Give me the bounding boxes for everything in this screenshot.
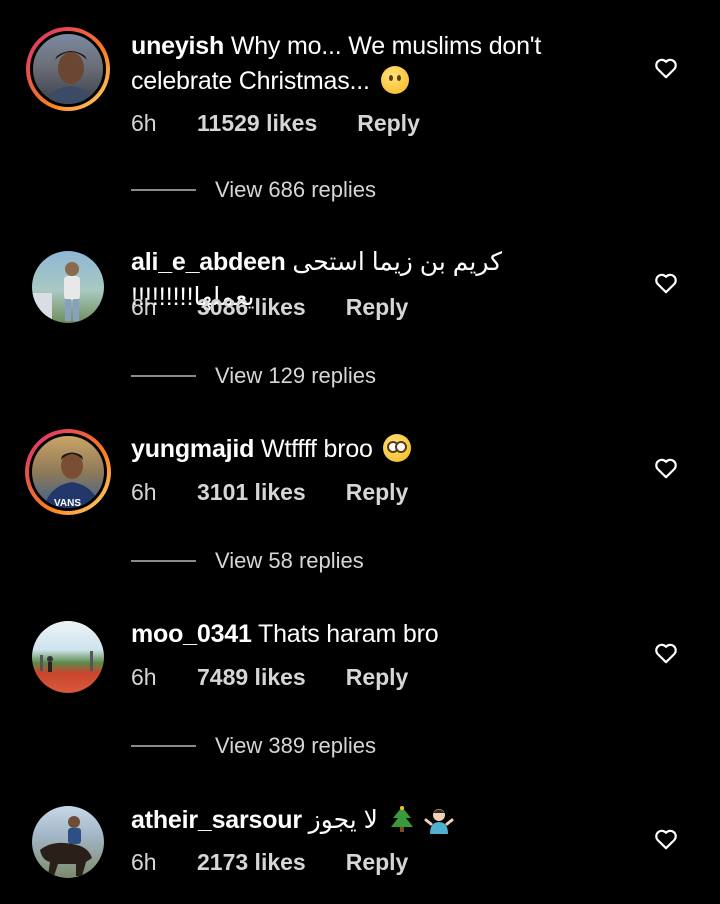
reply-button[interactable]: Reply [346,294,409,321]
comment-likes[interactable]: 7489 likes [197,664,306,691]
comment-time: 6h [131,664,157,690]
comment-text: atheir_sarsour لا يجوز [131,803,631,838]
view-replies-label[interactable]: View 58 replies [215,548,364,574]
avatar[interactable] [32,621,104,693]
view-replies-link[interactable]: View 686 replies [131,177,376,203]
divider-line [131,745,196,747]
shrugging-man-emoji [424,809,454,834]
sad-face-emoji [380,66,409,94]
christmas-tree-emoji [390,806,413,832]
divider-line [131,560,196,562]
comment-meta: 6h 3086 likes Reply [131,294,408,321]
comment-time: 6h [131,294,157,320]
view-replies-label[interactable]: View 129 replies [215,363,376,389]
comment-time: 6h [131,479,157,505]
svg-text:VANS: VANS [54,498,81,509]
heart-outline-icon[interactable] [653,55,679,81]
comment-username[interactable]: atheir_sarsour [131,806,302,834]
divider-line [131,375,196,377]
comment-text: yungmajid Wtffff broo [131,432,631,467]
comment-likes[interactable]: 3101 likes [197,479,306,506]
comment-body: Wtffff broo [260,435,373,463]
view-replies-link[interactable]: View 58 replies [131,548,364,574]
comment-meta: 6h 7489 likes Reply [131,664,408,691]
comment-time: 6h [131,110,157,136]
reply-button[interactable]: Reply [346,479,409,506]
comment-meta: 6h 11529 likes Reply [131,110,420,137]
reply-button[interactable]: Reply [346,849,409,876]
comment-time: 6h [131,849,157,875]
view-replies-link[interactable]: View 389 replies [131,733,376,759]
comment-likes[interactable]: 2173 likes [197,849,306,876]
avatar[interactable]: VANS [25,429,111,515]
avatar[interactable] [26,27,110,111]
heart-outline-icon[interactable] [653,455,679,481]
avatar-photo [32,262,80,323]
comment-body: Thats haram bro [258,620,439,648]
comment-username[interactable]: ali_e_abdeen [131,248,286,276]
comment-body: لا يجوز [308,806,378,834]
comment-username[interactable]: yungmajid [131,435,254,463]
avatar-photo [40,651,93,672]
divider-line [131,189,196,191]
comment-meta: 6h 2173 likes Reply [131,849,408,876]
comment-username[interactable]: moo_0341 [131,620,252,648]
comment-text: moo_0341 Thats haram bro [131,617,631,652]
comment-likes[interactable]: 11529 likes [197,110,317,137]
avatar-photo [45,51,97,104]
reply-button[interactable]: Reply [357,110,420,137]
heart-outline-icon[interactable] [653,270,679,296]
comment-likes[interactable]: 3086 likes [197,294,306,321]
reply-button[interactable]: Reply [346,664,409,691]
avatar-photo: VANS [43,452,101,509]
view-replies-link[interactable]: View 129 replies [131,363,376,389]
view-replies-label[interactable]: View 686 replies [215,177,376,203]
flushed-face-emoji [383,434,412,462]
comment-meta: 6h 3101 likes Reply [131,479,408,506]
comment-username[interactable]: uneyish [131,32,224,60]
heart-outline-icon[interactable] [653,640,679,666]
heart-outline-icon[interactable] [653,826,679,852]
avatar-photo [40,816,92,876]
avatar[interactable] [32,806,104,878]
comment-text: uneyish Why mo... We muslims don't celeb… [131,29,631,99]
avatar[interactable] [32,251,104,323]
view-replies-label[interactable]: View 389 replies [215,733,376,759]
